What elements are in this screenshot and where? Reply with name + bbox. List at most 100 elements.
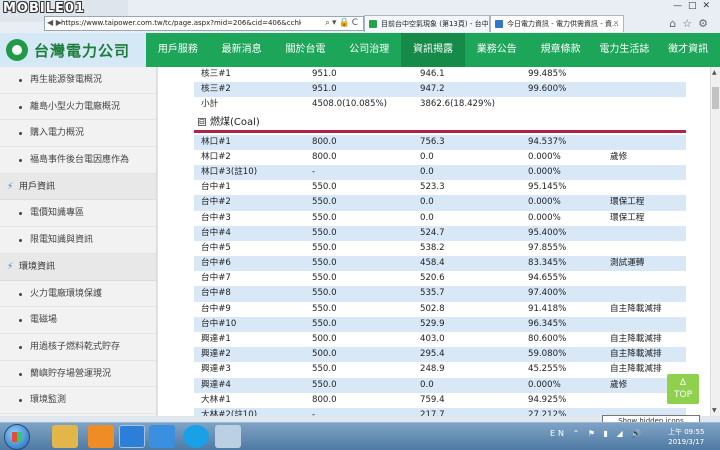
nav-item[interactable]: 公司治理 (337, 33, 401, 67)
file-explorer-icon[interactable] (52, 425, 78, 448)
nav-item[interactable]: 業務公告 (465, 33, 529, 67)
browser-chrome: MOBILE01 ◀ ▶ https://www.taipower.com.tw… (0, 0, 720, 33)
tab-label: 目前台中空氣現象 (第13頁) - 台中市... (381, 20, 489, 28)
media-player-icon[interactable] (88, 425, 114, 448)
nav-item[interactable]: 徵才資訊 (656, 33, 720, 67)
usage-rate-cell: 91.418% (528, 303, 567, 314)
sidebar-section-header[interactable]: ⚡ 環境資訊 (0, 253, 156, 281)
chrome-icon[interactable] (149, 425, 175, 448)
system-tray[interactable]: EN ⌃ ⚑ ▮ ◢ 🔊 (550, 429, 644, 438)
net-output-cell: 535.7 (420, 288, 445, 299)
sidebar-item[interactable]: 限電知識與資訊 (0, 227, 156, 254)
scroll-down-icon[interactable]: ▼ (712, 407, 717, 414)
usage-rate-cell: 45.255% (528, 364, 567, 375)
close-tab-icon[interactable]: × (613, 19, 619, 27)
net-output-cell: 0.0 (420, 197, 434, 208)
usage-rate-cell: 27.212% (528, 409, 567, 416)
bullet-icon (19, 372, 22, 376)
table-row: 興達#4 550.0 0.0 0.000% 歲修 (194, 377, 686, 393)
start-button[interactable] (4, 424, 30, 450)
back-forward-icons[interactable]: ◀ ▶ (47, 18, 62, 27)
nav-item[interactable]: 電力生活誌 (592, 33, 656, 67)
sidebar-item[interactable]: 電價知識專區 (0, 200, 156, 228)
sidebar-item[interactable]: 再生能源發電概況 (0, 67, 156, 94)
capacity-cell: 951.0 (312, 84, 337, 95)
sidebar-item[interactable]: 用過核子燃料乾式貯存 (0, 334, 156, 361)
browser-tab-power-info[interactable]: 今日電力資訊 - 電力供需資訊 - 資... × (490, 15, 624, 32)
nav-item[interactable]: 規章條款 (529, 33, 593, 67)
nav-item[interactable]: 最新消息 (210, 33, 274, 67)
table-row: 興達#2 500.0 295.4 59.080% 自主降載減排 (194, 347, 686, 363)
net-output-cell: 538.2 (420, 242, 445, 253)
unit-name: 台中#8 (201, 288, 231, 299)
snipping-tool-icon[interactable] (215, 425, 241, 448)
window-controls[interactable]: —□✕ (673, 1, 716, 11)
capacity-cell: 550.0 (312, 182, 337, 193)
usage-rate-cell: 95.400% (528, 227, 567, 238)
taskbar: EN ⌃ ⚑ ▮ ◢ 🔊 上午 09:55 2019/3/17 (0, 422, 720, 450)
sidebar-item[interactable]: 環境監測 (0, 387, 156, 414)
sidebar-item[interactable]: 火力電廠環境保護 (0, 281, 156, 308)
capacity-cell: 500.0 (312, 334, 337, 344)
sidebar-item[interactable]: 電磁場 (0, 307, 156, 334)
sidebar-section-header[interactable]: ⚡ 用戶資訊 (0, 173, 156, 201)
mobile01-logo: MOBILE01 (3, 1, 85, 16)
net-output-cell: 759.4 (420, 394, 445, 405)
sidebar-item-label: 福島事件後台電因應作為 (30, 155, 130, 166)
skype-icon[interactable] (183, 425, 209, 448)
page-scrollbar[interactable]: ▲ ▼ (710, 67, 720, 416)
coal-rows: 林口#1 800.0 756.3 94.537% 林口#2 800.0 0.0 0.000% 歲… (194, 134, 686, 416)
address-bar[interactable]: ◀ ▶ https://www.taipower.com.tw/tc/page.… (44, 16, 364, 31)
table-row: 小計 4508.0(10.085%) 3862.6(18.429%) (194, 97, 686, 112)
bullet-icon (19, 212, 22, 216)
table-row: 興達#3 550.0 248.9 45.255% 自主降載減排 (194, 362, 686, 377)
nav-item[interactable]: 資訊揭露 (401, 33, 465, 67)
nuclear-rows: 核三#1 951.0 946.1 99.485% 核三#2 951.0 947.2 99.60… (194, 67, 686, 113)
scroll-up-icon[interactable]: ▲ (712, 69, 717, 76)
unit-name: 核三#1 (201, 69, 231, 79)
capacity-cell: 550.0 (312, 212, 337, 223)
table-row: 興達#1 500.0 403.0 80.600% 自主降載減排 (194, 332, 686, 347)
usage-rate-cell: 97.400% (528, 288, 567, 299)
net-output-cell: 248.9 (420, 364, 445, 375)
nav-item[interactable]: 用戶服務 (146, 33, 210, 67)
home-favorites-settings-icons[interactable]: ⌂☆⚙ (669, 17, 714, 30)
table-row: 台中#10 550.0 529.9 96.345% (194, 316, 686, 332)
lightning-icon: ⚡ (7, 181, 14, 192)
unit-name: 台中#1 (201, 182, 231, 193)
unit-name: 興達#4 (201, 379, 231, 390)
section-coal[interactable]: ⊟ 燃煤(Coal) (194, 113, 686, 133)
browser-tab-air-quality[interactable]: 目前台中空氣現象 (第13頁) - 台中市... (364, 15, 490, 32)
sidebar-item[interactable]: 離島小型火力電廠概況 (0, 94, 156, 121)
unit-name: 台中#7 (201, 273, 231, 284)
back-to-top-button[interactable]: Δ TOP (667, 374, 699, 404)
collapse-toggle-icon[interactable]: ⊟ (198, 117, 206, 126)
unit-name: 林口#1 (201, 136, 231, 147)
capacity-cell: 550.0 (312, 379, 337, 390)
tab-favicon-icon (495, 20, 503, 28)
nav-item[interactable]: 關於台電 (274, 33, 338, 67)
capacity-cell: 550.0 (312, 197, 337, 208)
up-arrow-icon: Δ (679, 378, 687, 388)
unit-name: 小計 (201, 99, 219, 110)
table-row: 台中#3 550.0 0.0 0.000% 環保工程 (194, 211, 686, 226)
clock[interactable]: 上午 09:55 2019/3/17 (668, 427, 704, 447)
sidebar-item[interactable]: 購入電力概況 (0, 120, 156, 148)
internet-explorer-icon[interactable] (119, 425, 145, 448)
scroll-thumb[interactable] (712, 87, 719, 109)
unit-name: 興達#2 (201, 349, 231, 360)
net-output-cell: 946.1 (420, 69, 445, 79)
bullet-icon (19, 159, 22, 163)
address-tools-icons[interactable]: ⌕▾🔒C (325, 18, 360, 28)
sidebar-item-label: 電價知識專區 (30, 208, 85, 219)
taipower-logo[interactable]: 台灣電力公司 (6, 37, 130, 63)
sidebar-item-label: 火力電廠環境保護 (30, 288, 103, 299)
usage-rate-cell: 80.600% (528, 334, 567, 344)
usage-rate-cell: 95.145% (528, 182, 567, 193)
address-url[interactable]: https://www.taipower.com.tw/tc/page.aspx… (61, 19, 301, 27)
sidebar-item[interactable]: 福島事件後台電因應作為 (0, 147, 156, 174)
sidebar-item[interactable]: 蘭嶼貯存場營運現況 (0, 361, 156, 388)
net-output-cell: 502.8 (420, 303, 445, 314)
note-cell: 自主降載減排 (610, 349, 662, 360)
note-cell: 自主降載減排 (610, 303, 662, 314)
